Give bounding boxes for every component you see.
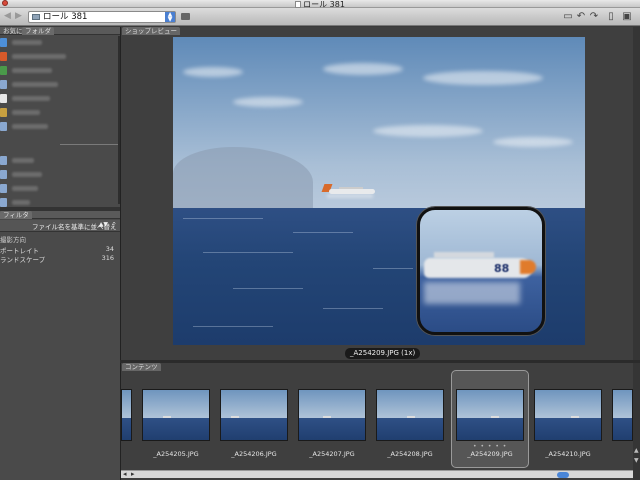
filter-heading: 撮影方向 bbox=[0, 236, 26, 244]
path-dropdown[interactable]: ロール 381 ▲ ▼ bbox=[28, 11, 176, 23]
folder-item[interactable] bbox=[0, 50, 118, 63]
folder-icon bbox=[0, 156, 7, 165]
filter-row[interactable]: ポートレイト 34 bbox=[0, 245, 118, 255]
thumbnail-label: _A254207.JPG bbox=[309, 450, 355, 458]
left-tabs: お気に入り フォルダ bbox=[0, 27, 120, 35]
thumbnail-selected[interactable] bbox=[456, 389, 524, 441]
folder-item[interactable] bbox=[0, 154, 118, 167]
trash-icon[interactable]: ▯ bbox=[606, 12, 616, 22]
home-icon bbox=[0, 108, 7, 117]
scroll-knob[interactable] bbox=[557, 472, 569, 478]
folder-item[interactable] bbox=[0, 106, 118, 119]
open-folder-icon[interactable]: ▭ bbox=[563, 12, 573, 22]
folder-list bbox=[0, 36, 118, 207]
title-bar: ロール 381 bbox=[0, 0, 640, 9]
thumbnail[interactable] bbox=[376, 389, 444, 441]
rotate-left-icon[interactable]: ↶ bbox=[576, 12, 586, 22]
folder-item[interactable] bbox=[0, 120, 118, 133]
thumbnail-label: _A254206.JPG bbox=[231, 450, 277, 458]
scroll-left-icon[interactable]: ◂ bbox=[123, 470, 127, 478]
dropdown-arrows-icon: ▲ ▼ bbox=[165, 12, 175, 23]
loupe-magnifier[interactable]: 88 bbox=[417, 207, 545, 335]
thumbnail-label: _A254205.JPG bbox=[153, 450, 199, 458]
scroll-down-icon[interactable]: ▼ bbox=[634, 457, 639, 464]
filter-row[interactable]: ランドスケープ 316 bbox=[0, 254, 118, 264]
folder-item[interactable] bbox=[0, 168, 118, 181]
back-button[interactable]: ◀ bbox=[4, 12, 12, 21]
preview-image[interactable]: 88 bbox=[173, 37, 585, 345]
preview-panel: ショップレビュー 88 _A254209.JPG (1x) bbox=[120, 27, 640, 360]
toolbar: ◀ ▶ ロール 381 ▲ ▼ ▭ ↶ ↷ ▯ ▣ bbox=[0, 8, 640, 26]
thumbnail[interactable] bbox=[142, 389, 210, 441]
app-icon bbox=[0, 66, 7, 75]
forward-button[interactable]: ▶ bbox=[15, 12, 23, 21]
loupe-plane-number: 88 bbox=[494, 262, 510, 275]
document-icon bbox=[0, 94, 7, 103]
folder-item[interactable] bbox=[0, 36, 118, 49]
horizontal-scrollbar[interactable]: ◂ ▸ bbox=[121, 470, 633, 478]
tab-preview[interactable]: ショップレビュー bbox=[122, 27, 180, 35]
content-vertical-scrollbar[interactable]: ▲ ▼ bbox=[633, 363, 640, 480]
scroll-up-icon[interactable]: ▲ bbox=[634, 447, 639, 454]
path-label: ロール 381 bbox=[43, 12, 88, 22]
folder-item[interactable] bbox=[0, 92, 118, 105]
folder-separator bbox=[60, 144, 118, 145]
rating-dots[interactable]: • • • • • bbox=[473, 443, 507, 450]
tab-content[interactable]: コンテンツ bbox=[122, 363, 161, 371]
thumbnail[interactable] bbox=[612, 389, 633, 441]
tab-filter[interactable]: フィルタ bbox=[0, 211, 32, 219]
rotate-right-icon[interactable]: ↷ bbox=[589, 12, 599, 22]
app-icon bbox=[0, 52, 7, 61]
content-panel: コンテンツ _A254205.JPG _A254206.JPG _A254207… bbox=[120, 363, 640, 480]
folder-item[interactable] bbox=[0, 182, 118, 195]
tab-folders[interactable]: フォルダ bbox=[22, 27, 54, 35]
folder-item[interactable] bbox=[0, 78, 118, 91]
camera-icon[interactable] bbox=[181, 13, 190, 20]
left-panel: お気に入り フォルダ フィルタ ファイル名を基準に並べ替え ▲▼ ⌃ 撮影方向 … bbox=[0, 27, 120, 480]
thumbnail[interactable] bbox=[121, 389, 132, 441]
thumbnail-label: _A254209.JPG bbox=[467, 450, 513, 458]
drive-icon bbox=[0, 38, 7, 47]
thumbnail-label: _A254210.JPG bbox=[545, 450, 591, 458]
scroll-right-icon[interactable]: ▸ bbox=[131, 470, 135, 478]
seaplane-subject bbox=[321, 184, 377, 198]
folder-icon bbox=[32, 14, 40, 20]
filter-tabs: フィルタ bbox=[0, 211, 120, 219]
folder-icon bbox=[0, 122, 7, 131]
preview-scrollbar[interactable] bbox=[633, 27, 640, 360]
camera-import-icon[interactable]: ▣ bbox=[622, 12, 632, 22]
preview-caption: _A254209.JPG (1x) bbox=[345, 348, 421, 359]
document-icon bbox=[295, 1, 302, 8]
thumbnail[interactable] bbox=[298, 389, 366, 441]
thumbnail[interactable] bbox=[534, 389, 602, 441]
thumbnail-label: _A254208.JPG bbox=[387, 450, 433, 458]
thumbnail[interactable] bbox=[220, 389, 288, 441]
sort-direction-icon[interactable]: ⌃ bbox=[111, 221, 117, 229]
folder-icon bbox=[0, 198, 7, 207]
folder-icon bbox=[0, 80, 7, 89]
sort-arrows-icon[interactable]: ▲▼ bbox=[99, 221, 108, 228]
sort-bar[interactable]: ファイル名を基準に並べ替え ▲▼ ⌃ bbox=[0, 220, 120, 232]
folder-icon bbox=[0, 184, 7, 193]
folder-icon bbox=[0, 170, 7, 179]
folder-item[interactable] bbox=[0, 64, 118, 77]
